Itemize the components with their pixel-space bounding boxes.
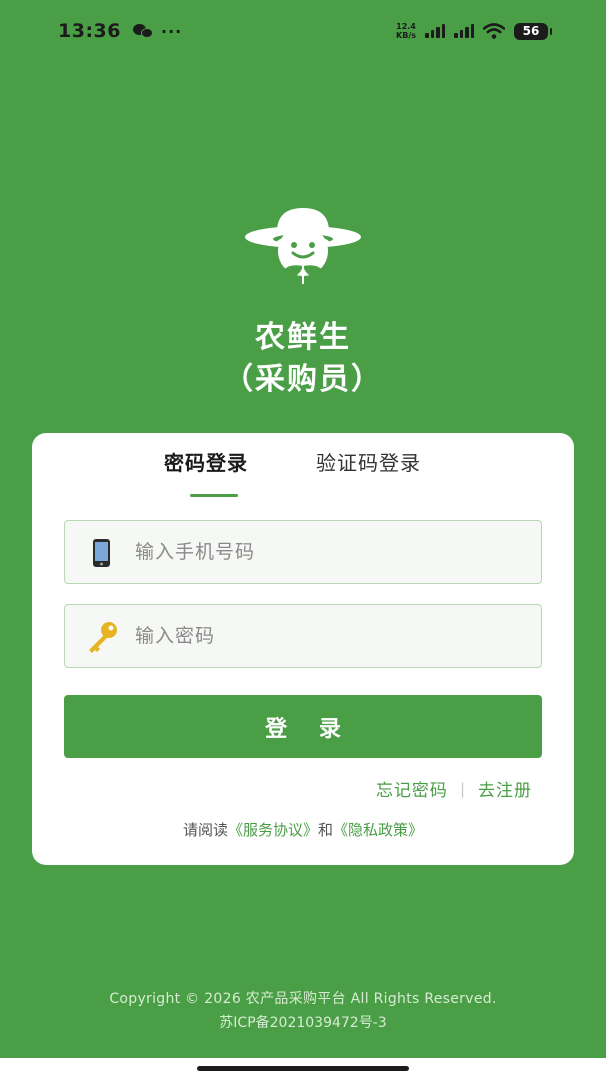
wifi-icon [483,23,505,39]
password-field[interactable] [64,604,542,668]
network-speed-unit: KB/s [396,31,416,40]
password-input[interactable] [135,605,541,667]
network-speed: 12.4 KB/s [396,22,416,40]
key-icon [65,605,135,667]
signal-strength-icon [425,24,445,38]
app-subtitle: （采购员） [223,362,383,397]
network-speed-value: 12.4 [396,22,416,31]
register-link[interactable]: 去注册 [478,776,532,801]
link-separator: | [459,779,466,798]
service-agreement-link[interactable]: 《服务协议》 [228,821,318,839]
signal-strength-icon-2 [454,24,474,38]
battery-icon: 56 [514,22,552,40]
agreement-text: 请阅读《服务协议》和《隐私政策》 [32,819,574,840]
phone-input[interactable] [135,521,541,583]
active-tab-indicator [190,494,238,497]
account-links: 忘记密码 | 去注册 [376,776,532,802]
app-title: 农鲜生 [255,320,351,355]
icp-license-text: 苏ICP备2021039472号-3 [219,1015,387,1031]
status-bar: 13:36 ··· 12.4 KB/s 56 [0,0,606,62]
login-card: 密码登录 验证码登录 登 录 忘记密码 | 去注册 请阅读《服务 [32,433,574,865]
privacy-policy-link[interactable]: 《隐私政策》 [333,821,423,839]
mobile-phone-icon [65,521,135,583]
login-button[interactable]: 登 录 [64,695,542,758]
status-right-group: 12.4 KB/s 56 [396,22,552,40]
forgot-password-link[interactable]: 忘记密码 [376,776,448,801]
login-tabs: 密码登录 验证码登录 [32,447,574,497]
home-indicator[interactable] [197,1066,409,1071]
copyright-text: Copyright © 2026 农产品采购平台 All Rights Rese… [109,991,497,1007]
tab-code-login[interactable]: 验证码登录 [316,447,421,476]
phone-field[interactable] [64,520,542,584]
status-time: 13:36 [58,20,121,42]
more-dots-icon: ··· [160,21,183,41]
agreement-and: 和 [318,821,334,839]
tab-password-login[interactable]: 密码登录 [164,447,248,476]
wechat-icon [132,23,153,39]
farmer-hat-smiley-leaf-logo [245,208,361,284]
agreement-prefix: 请阅读 [182,821,228,839]
